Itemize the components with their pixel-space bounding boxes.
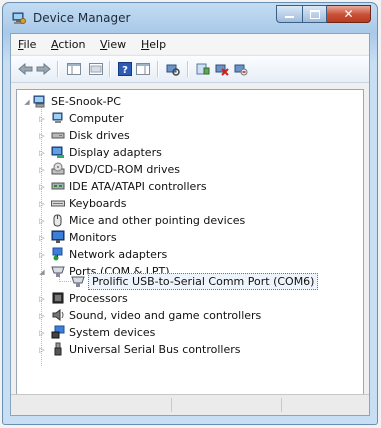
minimize-icon (285, 16, 294, 18)
device-tree[interactable]: ◢ SE-Snook-PC ▷ Computer ▷ Disk drives ▷ (16, 89, 364, 409)
minimize-button[interactable] (276, 5, 302, 23)
toolbar-separator (187, 61, 189, 77)
back-icon[interactable] (17, 61, 33, 77)
disk-drive-icon (51, 132, 65, 139)
toolbar: ? (11, 55, 369, 83)
toolbar-separator (109, 61, 111, 77)
expand-icon[interactable]: ▷ (38, 234, 46, 242)
disable-device-icon[interactable] (214, 61, 230, 77)
keyboard-icon (51, 200, 65, 207)
collapse-icon[interactable]: ◢ (38, 268, 46, 276)
selected-item-label: Prolific USB-to-Serial Comm Port (COM6) (88, 273, 319, 290)
toolbar-separator (57, 61, 59, 77)
maximize-button[interactable] (302, 5, 327, 23)
tree-connector (59, 281, 71, 282)
expand-icon[interactable]: ▷ (38, 312, 46, 320)
menu-help[interactable]: Help (141, 38, 166, 51)
monitor-icon (51, 230, 65, 243)
collapse-icon[interactable]: ◢ (23, 98, 31, 106)
port-icon (51, 266, 65, 277)
mouse-icon (53, 214, 62, 227)
expand-icon[interactable]: ▷ (38, 132, 46, 140)
usb-icon (54, 342, 62, 356)
expand-icon[interactable]: ▷ (38, 183, 46, 191)
menu-view[interactable]: View (100, 38, 126, 51)
update-driver-icon[interactable] (195, 61, 211, 77)
properties-icon[interactable] (88, 61, 104, 77)
expand-icon[interactable]: ▷ (38, 329, 46, 337)
toolbar-separator (157, 61, 159, 77)
speaker-icon (52, 309, 64, 321)
expand-icon[interactable]: ▷ (38, 166, 46, 174)
close-icon: ✕ (343, 7, 354, 21)
window-title: Device Manager (33, 11, 131, 25)
display-adapter-icon (51, 146, 64, 158)
scan-hardware-icon[interactable] (165, 61, 181, 77)
device-manager-window: Device Manager ✕ File Action View Help ?… (2, 2, 378, 425)
forward-icon[interactable] (35, 61, 51, 77)
menu-file[interactable]: File (18, 38, 36, 51)
system-device-icon (51, 325, 65, 339)
computer-icon (33, 95, 45, 108)
expand-icon[interactable]: ▷ (38, 295, 46, 303)
processor-icon (52, 292, 64, 304)
maximize-icon (309, 9, 320, 19)
status-bar (11, 394, 369, 415)
show-hide-console-tree-icon[interactable] (66, 61, 82, 77)
status-divider (281, 398, 282, 412)
client-area: File Action View Help ? ◢ SE-Snook-PC ▷ … (10, 33, 370, 416)
uninstall-device-icon[interactable] (233, 61, 249, 77)
expand-icon[interactable]: ▷ (38, 115, 46, 123)
expand-icon[interactable]: ▷ (38, 149, 46, 157)
title-bar[interactable]: Device Manager ✕ (3, 3, 377, 33)
expand-icon[interactable]: ▷ (38, 200, 46, 208)
tree-root-label: SE-Snook-PC (51, 95, 121, 108)
close-button[interactable]: ✕ (327, 5, 371, 23)
device-manager-icon (12, 12, 26, 24)
status-divider (171, 398, 172, 412)
menu-action[interactable]: Action (51, 38, 85, 51)
expand-icon[interactable]: ▷ (38, 346, 46, 354)
help-icon[interactable]: ? (117, 61, 133, 77)
ide-controller-icon (51, 182, 65, 190)
expand-icon[interactable]: ▷ (38, 217, 46, 225)
network-adapter-icon (52, 247, 63, 261)
expand-icon[interactable]: ▷ (38, 251, 46, 259)
menu-bar: File Action View Help (11, 34, 369, 54)
port-icon (71, 276, 85, 287)
computer-icon (52, 112, 63, 123)
caption-buttons: ✕ (276, 5, 371, 23)
cdrom-icon (51, 162, 65, 175)
show-action-pane-icon[interactable] (135, 61, 151, 77)
svg-text:?: ? (122, 65, 128, 76)
